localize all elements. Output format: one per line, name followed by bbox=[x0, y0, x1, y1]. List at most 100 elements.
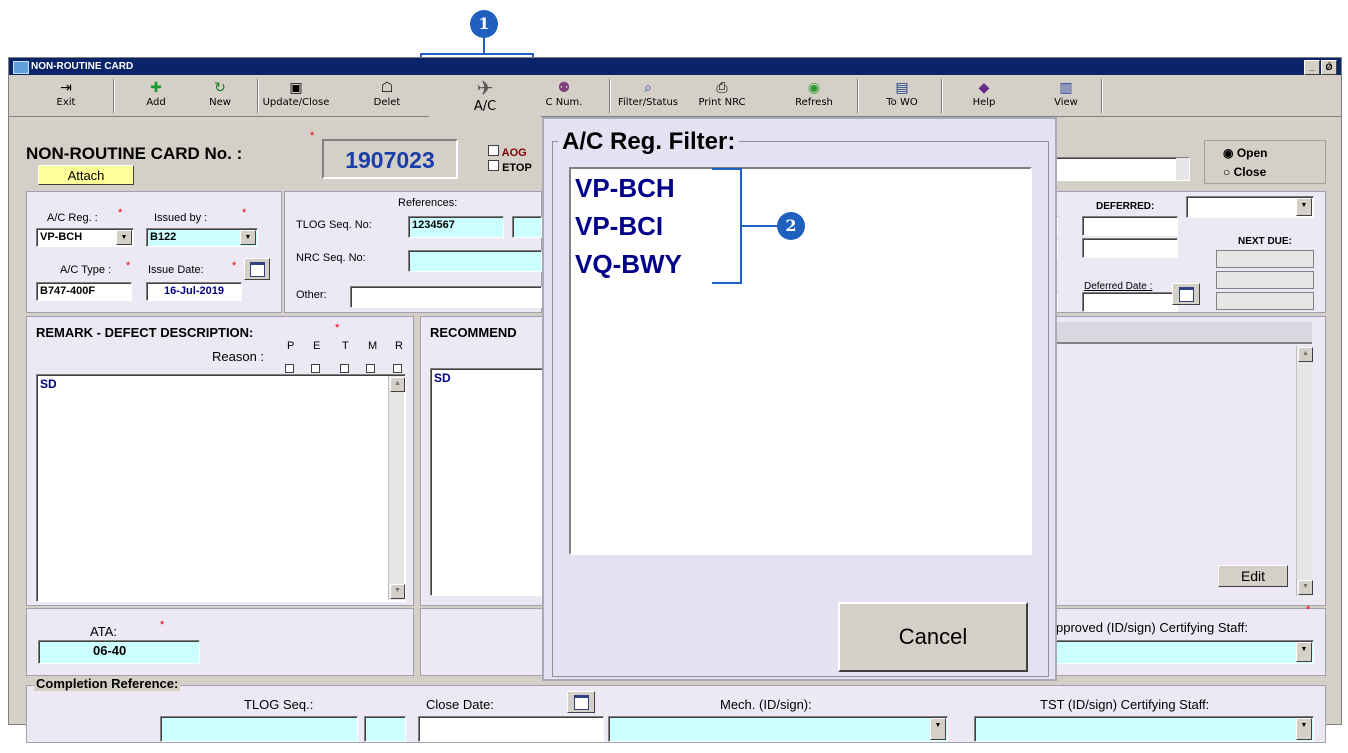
issue-date-calendar-button[interactable] bbox=[244, 258, 270, 280]
close-date-calendar-button[interactable] bbox=[567, 691, 595, 713]
filter-status-button[interactable]: ⌕ Filter/Status bbox=[613, 77, 683, 115]
ac-button[interactable]: ✈ A/C bbox=[429, 75, 541, 117]
chevron-down-icon[interactable]: ▼ bbox=[930, 718, 946, 740]
required-marker: * bbox=[1306, 604, 1311, 616]
next-due-label: NEXT DUE: bbox=[1238, 236, 1292, 247]
issued-by-label: Issued by : bbox=[154, 212, 208, 224]
nrc-seq-field[interactable] bbox=[408, 250, 542, 272]
remark-textarea[interactable]: SD ▲ ▼ bbox=[36, 374, 406, 602]
scroll-down-icon[interactable]: ▼ bbox=[390, 584, 405, 599]
refresh-button[interactable]: ◉ Refresh bbox=[783, 77, 845, 115]
deferred-select[interactable]: ▼ bbox=[1186, 196, 1314, 218]
deferred-field-2[interactable] bbox=[1082, 238, 1178, 258]
issue-date-field[interactable]: 16-Jul-2019 bbox=[146, 282, 242, 301]
close-radio[interactable]: ○ Close bbox=[1223, 165, 1266, 179]
toolbar: ⇥ Exit ✚ Add ↻ New ▣ Update/Close ☖ Delet ✈ A/… bbox=[9, 75, 1341, 117]
certifying-staff-select[interactable]: ▼ bbox=[1050, 640, 1314, 664]
tlog-seq-extra-field[interactable] bbox=[512, 216, 542, 238]
trash-icon: ☖ bbox=[380, 80, 394, 96]
exit-label: Exit bbox=[56, 97, 76, 108]
scroll-up-icon[interactable]: ▲ bbox=[390, 377, 405, 392]
aog-checkbox[interactable]: AOG bbox=[488, 145, 527, 159]
mech-select[interactable]: ▼ bbox=[608, 716, 948, 742]
list-item[interactable]: VP-BCH bbox=[571, 169, 1030, 207]
open-label: Open bbox=[1236, 146, 1268, 160]
title-bar: NON-ROUTINE CARD _ Ǿ bbox=[9, 58, 1341, 75]
minimize-button[interactable]: _ bbox=[1304, 60, 1320, 75]
add-label: Add bbox=[146, 97, 166, 108]
recommend-textarea[interactable]: SD bbox=[430, 368, 544, 596]
required-marker: * bbox=[126, 260, 131, 272]
help-button[interactable]: ◆ Help bbox=[953, 77, 1015, 115]
reason-r-checkbox[interactable] bbox=[393, 364, 402, 373]
deferred-field-1[interactable] bbox=[1082, 216, 1178, 236]
chevron-down-icon[interactable]: ▼ bbox=[1296, 642, 1312, 662]
add-button[interactable]: ✚ Add bbox=[125, 77, 187, 115]
completion-tlog-extra-field[interactable] bbox=[364, 716, 406, 742]
ac-reg-label: A/C Reg. : bbox=[47, 212, 98, 224]
toolbar-separator bbox=[941, 79, 943, 113]
open-radio[interactable]: ◉ Open bbox=[1223, 146, 1267, 160]
cancel-button[interactable]: Cancel bbox=[838, 602, 1028, 672]
close-date-field[interactable] bbox=[418, 716, 604, 742]
remark-text: SD bbox=[40, 377, 57, 391]
issued-by-select[interactable]: B122 ▼ bbox=[146, 228, 258, 247]
reason-e-checkbox[interactable] bbox=[311, 364, 320, 373]
deferred-label: DEFERRED: bbox=[1096, 201, 1155, 212]
next-due-field-2 bbox=[1216, 271, 1314, 289]
ac-reg-select[interactable]: VP-BCH ▼ bbox=[36, 228, 134, 247]
chevron-down-icon[interactable]: ▼ bbox=[1296, 198, 1312, 216]
delete-button[interactable]: ☖ Delet bbox=[367, 77, 407, 115]
help-label: Help bbox=[972, 97, 996, 108]
chevron-down-icon[interactable]: ▼ bbox=[1296, 718, 1312, 740]
deferred-date-calendar-button[interactable] bbox=[1172, 283, 1200, 305]
required-marker: * bbox=[335, 322, 340, 334]
ac-type-field[interactable]: B747-400F bbox=[36, 282, 132, 301]
deferred-date-field[interactable] bbox=[1082, 292, 1178, 312]
deferred-date-label: Deferred Date : bbox=[1084, 281, 1153, 292]
completion-tlog-field[interactable] bbox=[160, 716, 358, 742]
scroll-up-icon[interactable]: ▲ bbox=[1298, 347, 1313, 362]
reason-m-checkbox[interactable] bbox=[366, 364, 375, 373]
list-item[interactable]: VQ-BWY bbox=[571, 245, 1030, 283]
scroll-down-icon[interactable]: ▼ bbox=[1298, 580, 1313, 595]
references-title: References: bbox=[398, 197, 458, 209]
ac-label: A/C bbox=[473, 99, 497, 114]
other-field[interactable] bbox=[350, 286, 542, 308]
calendar-icon bbox=[1178, 287, 1194, 302]
etops-label: ETOP bbox=[502, 162, 532, 174]
save-icon: ▣ bbox=[289, 80, 303, 96]
reason-p-checkbox[interactable] bbox=[285, 364, 294, 373]
completion-tlog-label: TLOG Seq.: bbox=[244, 697, 314, 712]
exit-button[interactable]: ⇥ Exit bbox=[35, 77, 97, 115]
aog-check-box[interactable] bbox=[488, 145, 499, 156]
etops-check-box[interactable] bbox=[488, 160, 499, 171]
etops-checkbox[interactable]: ETOP bbox=[488, 160, 532, 174]
ata-field[interactable]: 06-40 bbox=[38, 640, 200, 664]
view-button[interactable]: ▥ View bbox=[1035, 77, 1097, 115]
update-close-button[interactable]: ▣ Update/Close bbox=[261, 77, 331, 115]
tlog-seq-field[interactable]: 1234567 bbox=[408, 216, 504, 238]
new-label: New bbox=[209, 97, 231, 108]
print-nrc-button[interactable]: ⎙ Print NRC bbox=[691, 77, 753, 115]
new-button[interactable]: ↻ New bbox=[189, 77, 251, 115]
c-num-label: C Num. bbox=[545, 97, 583, 108]
reason-t-checkbox[interactable] bbox=[340, 364, 349, 373]
add-icon: ✚ bbox=[150, 80, 162, 96]
header-scrollbar[interactable] bbox=[1176, 158, 1189, 180]
printer-icon: ⎙ bbox=[716, 80, 728, 96]
edit-button[interactable]: Edit bbox=[1218, 565, 1288, 587]
restore-button[interactable]: Ǿ bbox=[1321, 60, 1337, 75]
chevron-down-icon[interactable]: ▼ bbox=[116, 230, 132, 245]
c-num-button[interactable]: ⚉ C Num. bbox=[544, 77, 584, 115]
header-text-field[interactable] bbox=[1050, 157, 1190, 181]
issued-by-value: B122 bbox=[150, 231, 177, 243]
attach-button[interactable]: Attach bbox=[38, 165, 134, 185]
window-buttons: _ Ǿ bbox=[1303, 59, 1337, 75]
chevron-down-icon[interactable]: ▼ bbox=[240, 230, 256, 245]
right-scrollbar[interactable]: ▲ ▼ bbox=[1296, 346, 1313, 596]
reason-code-r: R bbox=[395, 340, 403, 352]
tst-select[interactable]: ▼ bbox=[974, 716, 1314, 742]
remark-scrollbar[interactable]: ▲ ▼ bbox=[388, 376, 405, 600]
to-wo-button[interactable]: ▤ To WO bbox=[871, 77, 933, 115]
